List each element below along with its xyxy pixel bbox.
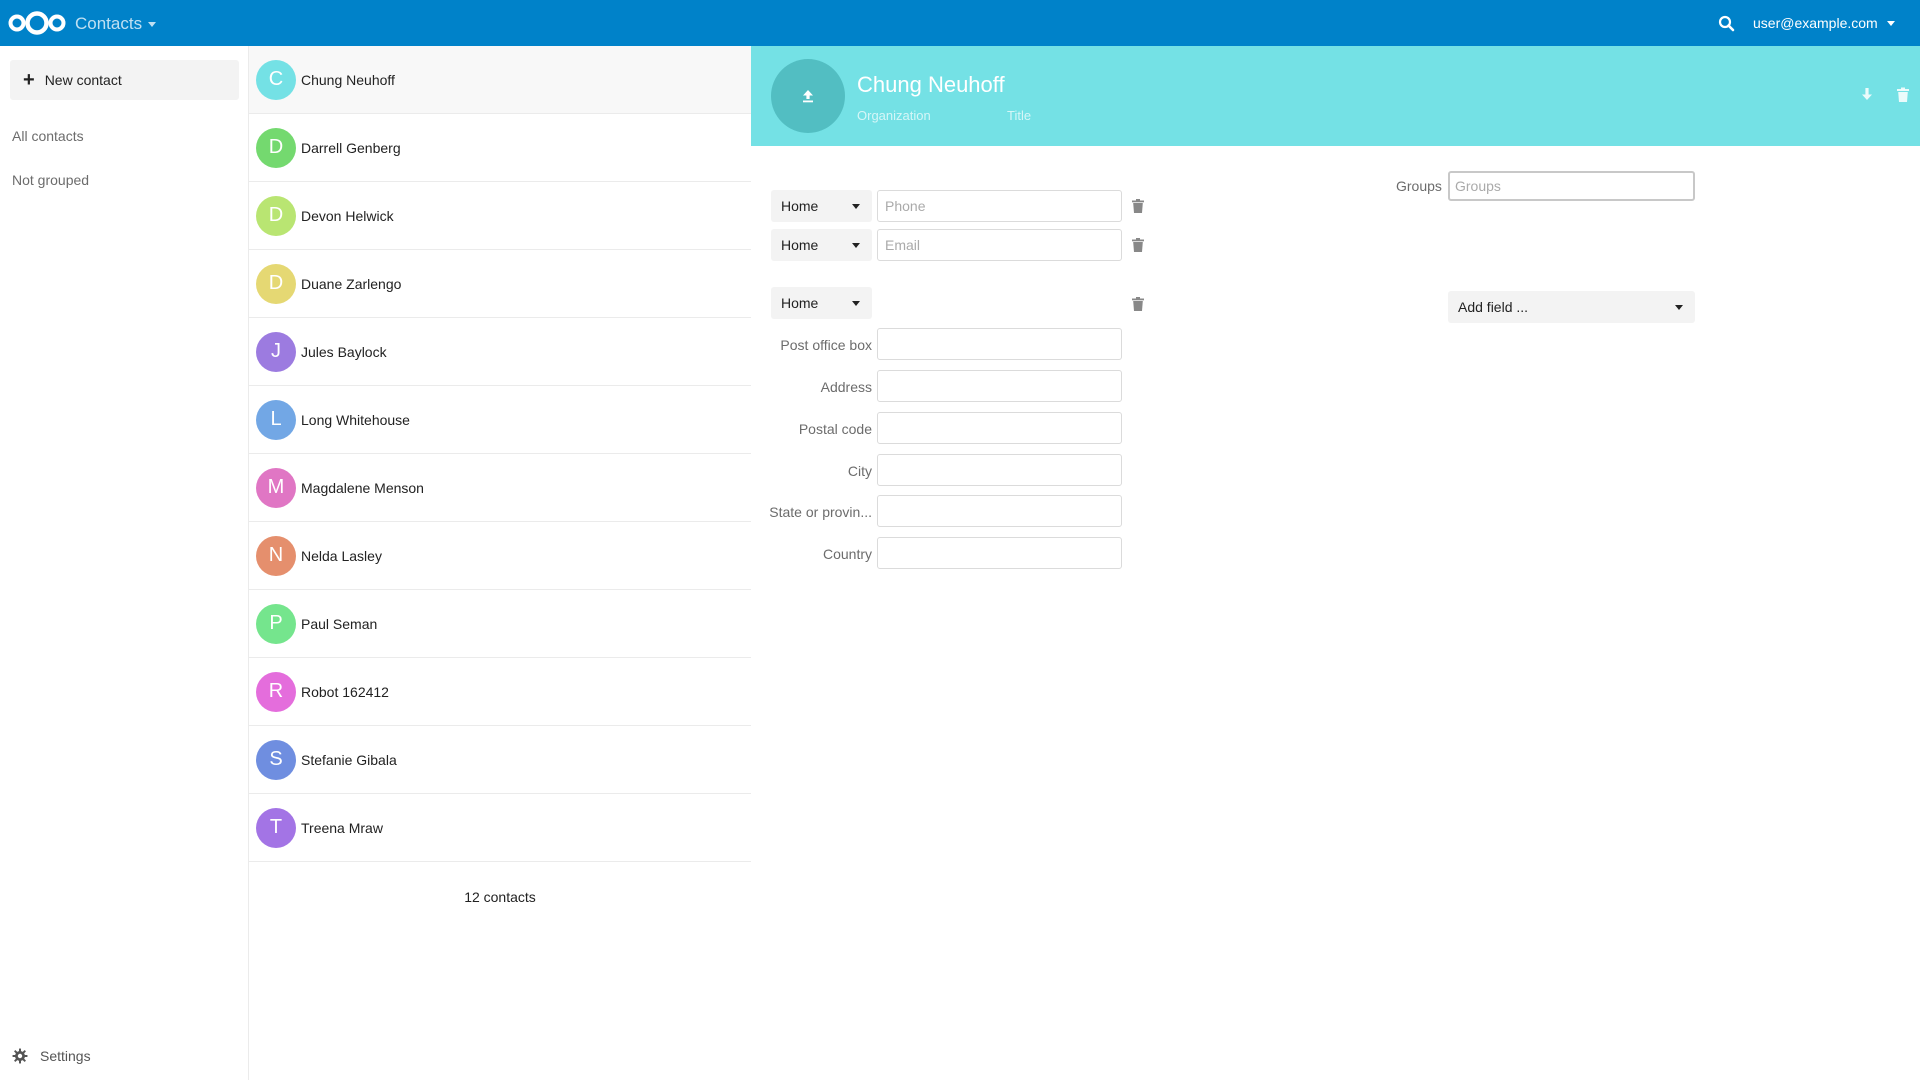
- contact-list-item[interactable]: D Duane Zarlengo: [249, 250, 751, 318]
- contact-name-heading[interactable]: Chung Neuhoff: [857, 72, 1005, 98]
- app-navigation: + New contact All contacts Not grouped S…: [0, 46, 249, 1080]
- postal-code-label: Postal code: [798, 421, 872, 437]
- address-type-value: Home: [781, 295, 819, 311]
- contact-list-item[interactable]: C Chung Neuhoff: [249, 46, 751, 114]
- avatar: M: [256, 467, 296, 508]
- gear-icon: [12, 1048, 28, 1064]
- email-type-value: Home: [781, 237, 819, 253]
- add-field-label: Add field ...: [1458, 299, 1529, 315]
- organization-field[interactable]: Organization: [857, 108, 931, 123]
- trash-icon[interactable]: [1130, 237, 1146, 253]
- chevron-down-icon: [148, 21, 157, 27]
- nav-item-all-contacts[interactable]: All contacts: [12, 128, 84, 144]
- post-office-box-input[interactable]: [877, 328, 1122, 360]
- city-label: City: [847, 463, 872, 479]
- contact-name: Devon Helwick: [301, 207, 394, 224]
- avatar: J: [256, 331, 296, 372]
- avatar: T: [256, 807, 296, 848]
- contact-list-item[interactable]: T Treena Mraw: [249, 794, 751, 862]
- contact-list-item[interactable]: D Darrell Genberg: [249, 114, 751, 182]
- add-field-select[interactable]: Add field ...: [1448, 291, 1695, 323]
- upload-avatar-button[interactable]: [771, 59, 845, 133]
- contact-name: Robot 162412: [301, 683, 389, 700]
- app-header: Contacts user@example.com: [0, 0, 1920, 46]
- search-icon[interactable]: [1716, 13, 1738, 35]
- address-label: Address: [820, 379, 872, 395]
- contact-list-item[interactable]: D Devon Helwick: [249, 182, 751, 250]
- avatar: N: [256, 535, 296, 576]
- user-menu[interactable]: user@example.com: [1753, 15, 1895, 31]
- nextcloud-logo-icon[interactable]: [8, 10, 66, 36]
- phone-type-select[interactable]: Home: [771, 190, 872, 222]
- address-input[interactable]: [877, 370, 1122, 402]
- settings-label: Settings: [40, 1048, 91, 1064]
- plus-icon: +: [23, 69, 35, 91]
- address-type-select[interactable]: Home: [771, 287, 872, 319]
- avatar: D: [256, 263, 296, 304]
- download-icon[interactable]: [1858, 86, 1876, 104]
- avatar: D: [256, 127, 296, 168]
- contact-name: Duane Zarlengo: [301, 275, 402, 292]
- state-input[interactable]: [877, 495, 1122, 527]
- avatar: L: [256, 399, 296, 440]
- app-title: Contacts: [75, 14, 143, 33]
- user-email: user@example.com: [1753, 15, 1878, 31]
- chevron-down-icon: [852, 243, 860, 248]
- contact-list-item[interactable]: M Magdalene Menson: [249, 454, 751, 522]
- contact-list-item[interactable]: J Jules Baylock: [249, 318, 751, 386]
- title-field[interactable]: Title: [1007, 108, 1031, 123]
- contact-list-item[interactable]: R Robot 162412: [249, 658, 751, 726]
- email-input[interactable]: [877, 229, 1122, 261]
- upload-icon: [803, 90, 813, 103]
- contact-name: Jules Baylock: [301, 343, 387, 360]
- country-input[interactable]: [877, 537, 1122, 569]
- phone-input[interactable]: [877, 190, 1122, 222]
- contact-count: 12 contacts: [464, 889, 536, 905]
- nav-item-not-grouped[interactable]: Not grouped: [12, 172, 89, 188]
- phone-type-value: Home: [781, 198, 819, 214]
- contact-list-item[interactable]: P Paul Seman: [249, 590, 751, 658]
- avatar: C: [256, 59, 296, 100]
- new-contact-button[interactable]: + New contact: [10, 60, 239, 100]
- contact-name: Chung Neuhoff: [301, 71, 395, 88]
- groups-label: Groups: [1396, 178, 1442, 194]
- contact-details: Chung Neuhoff Organization Title Home Ho…: [751, 46, 1920, 1080]
- groups-input[interactable]: [1448, 171, 1695, 201]
- chevron-down-icon: [1886, 20, 1895, 26]
- app-menu-button[interactable]: Contacts: [75, 14, 157, 34]
- contact-list-item[interactable]: L Long Whitehouse: [249, 386, 751, 454]
- contact-name: Paul Seman: [301, 615, 378, 632]
- contact-list: C Chung Neuhoff D Darrell Genberg D Devo…: [249, 46, 751, 1080]
- contact-list-item[interactable]: N Nelda Lasley: [249, 522, 751, 590]
- contact-name: Long Whitehouse: [301, 411, 410, 428]
- trash-icon[interactable]: [1130, 296, 1146, 312]
- email-type-select[interactable]: Home: [771, 229, 872, 261]
- contact-name: Darrell Genberg: [301, 139, 401, 156]
- contact-name: Stefanie Gibala: [301, 751, 397, 768]
- avatar: R: [256, 671, 296, 712]
- contact-name: Nelda Lasley: [301, 547, 382, 564]
- contact-details-header: Chung Neuhoff Organization Title: [751, 46, 1920, 146]
- trash-icon[interactable]: [1130, 198, 1146, 214]
- state-label: State or provin...: [769, 504, 872, 520]
- country-label: Country: [822, 546, 872, 562]
- avatar: D: [256, 195, 296, 236]
- settings-button[interactable]: Settings: [12, 1048, 91, 1064]
- avatar: P: [256, 603, 296, 644]
- trash-icon[interactable]: [1894, 86, 1912, 104]
- avatar: S: [256, 739, 296, 780]
- postal-code-input[interactable]: [877, 412, 1122, 444]
- chevron-down-icon: [852, 301, 860, 306]
- contact-name: Magdalene Menson: [301, 479, 424, 496]
- city-input[interactable]: [877, 454, 1122, 486]
- new-contact-label: New contact: [44, 72, 122, 88]
- chevron-down-icon: [1675, 305, 1683, 310]
- contact-name: Treena Mraw: [301, 819, 383, 836]
- contact-list-item[interactable]: S Stefanie Gibala: [249, 726, 751, 794]
- post-office-box-label: Post office box: [780, 337, 872, 353]
- chevron-down-icon: [852, 204, 860, 209]
